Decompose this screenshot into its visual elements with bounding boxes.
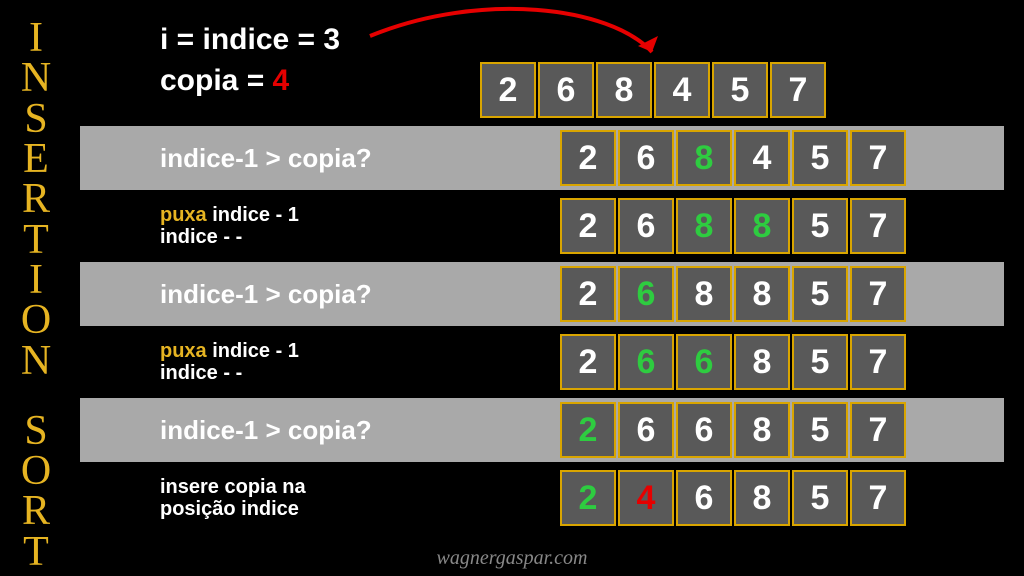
cell: 7 (850, 130, 906, 186)
step-desc: indice-1 > copia? (80, 280, 550, 309)
cell: 7 (850, 402, 906, 458)
puxa-word: puxa (160, 340, 207, 362)
cell: 2 (560, 266, 616, 322)
array-row-5: 2 6 6 8 5 7 (560, 402, 908, 458)
cell: 2 (480, 62, 536, 118)
top-state: i = indice = 3 copia = 4 (160, 20, 340, 101)
array-row-3: 2 6 8 8 5 7 (560, 266, 908, 322)
cell: 6 (538, 62, 594, 118)
cell: 2 (560, 402, 616, 458)
cell: 7 (850, 198, 906, 254)
array-row-2: 2 6 8 8 5 7 (560, 198, 908, 254)
copia-line: copia = 4 (160, 61, 340, 102)
cell: 8 (734, 334, 790, 390)
cell: 7 (770, 62, 826, 118)
array-row-6: 2 4 6 8 5 7 (560, 470, 908, 526)
array-row-1: 2 6 8 4 5 7 (560, 130, 908, 186)
cell: 4 (618, 470, 674, 526)
step-row-2: puxa indice - 1 indice - - 2 6 8 8 5 7 (80, 194, 1004, 258)
i-indice-line: i = indice = 3 (160, 20, 340, 61)
puxa-word: puxa (160, 204, 207, 226)
copia-value: 4 (273, 64, 290, 97)
cell: 6 (618, 198, 674, 254)
cell: 4 (734, 130, 790, 186)
cell: 8 (734, 266, 790, 322)
cell: 8 (734, 402, 790, 458)
cell: 6 (618, 130, 674, 186)
cell: 6 (676, 402, 732, 458)
cell: 5 (792, 334, 848, 390)
insere-l1: insere copia na (160, 476, 306, 498)
cell: 8 (676, 130, 732, 186)
step-desc: puxa indice - 1 indice - - (80, 204, 550, 248)
cell: 8 (734, 470, 790, 526)
step-row-6: insere copia na posição indice 2 4 6 8 5… (80, 466, 1004, 530)
step-desc: puxa indice - 1 indice - - (80, 340, 550, 384)
cell: 6 (618, 402, 674, 458)
puxa-rest: indice - 1 (207, 204, 299, 226)
puxa-rest: indice - 1 (207, 340, 299, 362)
step-desc: indice-1 > copia? (80, 144, 550, 173)
cell: 5 (712, 62, 768, 118)
cell: 8 (734, 198, 790, 254)
step-row-4: puxa indice - 1 indice - - 2 6 6 8 5 7 (80, 330, 1004, 394)
cell: 4 (654, 62, 710, 118)
footer-credit: wagnergaspar.com (0, 547, 1024, 570)
cell: 6 (618, 266, 674, 322)
step-row-3: indice-1 > copia? 2 6 8 8 5 7 (80, 262, 1004, 326)
step-desc: indice-1 > copia? (80, 416, 550, 445)
step-row-1: indice-1 > copia? 2 6 8 4 5 7 (80, 126, 1004, 190)
cell: 5 (792, 470, 848, 526)
cell: 7 (850, 470, 906, 526)
copia-label: copia = (160, 64, 273, 97)
cell: 8 (676, 198, 732, 254)
cell: 2 (560, 470, 616, 526)
insere-l2: posição indice (160, 498, 299, 520)
step-row-5: indice-1 > copia? 2 6 6 8 5 7 (80, 398, 1004, 462)
step-desc: insere copia na posição indice (80, 476, 550, 520)
cell: 5 (792, 130, 848, 186)
cell: 8 (596, 62, 652, 118)
cell: 2 (560, 334, 616, 390)
cell: 5 (792, 198, 848, 254)
cell: 7 (850, 266, 906, 322)
vertical-title: INSERTION SORT (18, 18, 54, 572)
array-row-4: 2 6 6 8 5 7 (560, 334, 908, 390)
cell: 2 (560, 198, 616, 254)
array-row-0: 2 6 8 4 5 7 (480, 62, 828, 118)
indice-dec: indice - - (160, 362, 242, 384)
cell: 7 (850, 334, 906, 390)
cell: 5 (792, 402, 848, 458)
cell: 5 (792, 266, 848, 322)
cell: 6 (618, 334, 674, 390)
indice-dec: indice - - (160, 226, 242, 248)
cell: 2 (560, 130, 616, 186)
cell: 8 (676, 266, 732, 322)
cell: 6 (676, 470, 732, 526)
cell: 6 (676, 334, 732, 390)
